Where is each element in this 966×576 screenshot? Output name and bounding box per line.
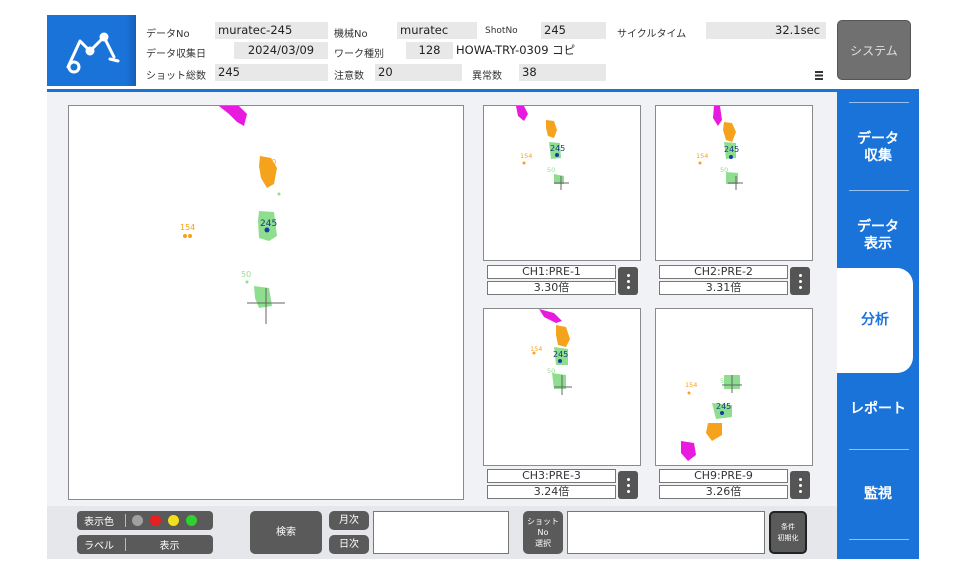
ch1-ratio-label: 3.30倍 (487, 281, 616, 295)
cycle-time-label: サイクルタイム (617, 29, 687, 40)
ch2-channel-label: CH2:PRE-2 (659, 265, 788, 279)
nav-divider (849, 190, 909, 191)
cycle-time-value: 32.1sec (706, 22, 826, 39)
bottom-toolbar: 表示色 ラベル 表示 検索 月次 日次 ショットNo 選択 条件 初期化 (47, 506, 837, 559)
main-scatter-plot[interactable]: 190 154 245 50 (68, 105, 464, 500)
app-logo (47, 15, 136, 86)
ch9-label-245: 245 (716, 402, 731, 411)
display-color-pill: 表示色 (77, 511, 213, 530)
ch3-plot-canvas: 154 245 50 (530, 309, 572, 395)
ch2-label-154: 154 (696, 152, 708, 160)
search-button[interactable]: 検索 (250, 511, 322, 554)
nav-divider (849, 449, 909, 450)
nav-monitor[interactable]: 監視 (837, 464, 919, 524)
ch1-label-245: 245 (550, 144, 565, 153)
app-window: データNo muratec-245 機械No muratec ShotNo 24… (47, 15, 919, 559)
nav-analysis[interactable]: 分析 (837, 268, 913, 373)
ch2-scatter-plot[interactable]: 154 245 50 (655, 105, 813, 261)
shot-total-value: 245 (215, 64, 328, 81)
ch1-channel-label: CH1:PRE-1 (487, 265, 616, 279)
green-cluster-lower (245, 280, 272, 308)
ch3-label-154: 154 (530, 345, 542, 353)
magenta-cluster (219, 106, 247, 126)
label-toggle-label: ラベル (84, 541, 114, 552)
abnormal-label: 異常数 (472, 71, 502, 82)
abnormal-value: 38 (519, 64, 606, 81)
color-dot-gray[interactable] (132, 515, 143, 526)
ch9-ratio-label: 3.26倍 (659, 485, 788, 499)
shot-no-value: 245 (541, 22, 606, 39)
ch2-ratio-label: 3.31倍 (659, 281, 788, 295)
analysis-content: 190 154 245 50 154 245 50 CH1:PRE-1 3.30… (47, 92, 837, 506)
data-no-value: muratec-245 (215, 22, 328, 39)
ch3-label-245: 245 (553, 350, 568, 359)
ch3-ratio-label: 3.24倍 (487, 485, 616, 499)
color-dot-red[interactable] (150, 515, 161, 526)
monthly-button[interactable]: 月次 (329, 511, 369, 530)
nav-report[interactable]: レポート (837, 379, 919, 439)
ch1-label-50: 50 (547, 166, 555, 174)
green-cluster-upper (258, 192, 281, 241)
robot-arm-logo-icon (66, 32, 119, 73)
nav-divider (849, 102, 909, 103)
ch2-label-245: 245 (724, 145, 739, 154)
ch3-scatter-plot[interactable]: 154 245 50 (483, 308, 641, 466)
date-display-box[interactable] (373, 511, 509, 554)
work-name-value: HOWA-TRY-0309 コピ (453, 42, 606, 59)
ch1-kebab-menu-icon[interactable] (618, 267, 638, 295)
label-pill[interactable]: ラベル 表示 (77, 535, 213, 554)
shot-no-label: ShotNo (485, 26, 518, 36)
color-dot-yellow[interactable] (168, 515, 179, 526)
label-toggle-value: 表示 (159, 541, 180, 552)
caution-label: 注意数 (334, 71, 364, 82)
ch9-plot-canvas: 154 50 245 (681, 375, 742, 461)
main-label-50: 50 (241, 270, 251, 279)
machine-no-label: 機械No (334, 29, 368, 40)
ch9-label-50: 50 (720, 377, 728, 385)
caution-value: 20 (375, 64, 462, 81)
nav-data-collect[interactable]: データ 収集 (837, 116, 919, 180)
machine-no-value: muratec (397, 22, 477, 39)
ch1-scatter-plot[interactable]: 154 245 50 (483, 105, 641, 261)
database-icon (815, 71, 823, 80)
reset-conditions-button[interactable]: 条件 初期化 (769, 511, 807, 554)
work-type-value: 128 (406, 42, 453, 59)
ch3-kebab-menu-icon[interactable] (618, 471, 638, 499)
ch9-channel-label: CH9:PRE-9 (659, 469, 788, 483)
nav-divider (849, 539, 909, 540)
color-dot-green[interactable] (186, 515, 197, 526)
nav-data-display[interactable]: データ 表示 (837, 204, 919, 268)
ch1-plot-canvas: 154 245 50 (516, 106, 569, 190)
ch1-label-154: 154 (520, 152, 532, 160)
shot-total-label: ショット総数 (146, 71, 206, 82)
ch2-kebab-menu-icon[interactable] (790, 267, 810, 295)
ch3-label-50: 50 (547, 367, 555, 375)
shot-no-select-button[interactable]: ショットNo 選択 (523, 511, 563, 554)
shot-no-display-box[interactable] (567, 511, 765, 554)
ch9-kebab-menu-icon[interactable] (790, 471, 810, 499)
collect-date-value: 2024/03/09 (234, 42, 328, 59)
main-label-154: 154 (180, 223, 195, 232)
pill-divider (125, 514, 126, 527)
ch3-channel-label: CH3:PRE-3 (487, 469, 616, 483)
side-nav: データ 収集 データ 表示 分析 レポート 監視 (837, 92, 919, 559)
main-label-245: 245 (260, 219, 277, 229)
display-color-label: 表示色 (84, 517, 114, 528)
ch2-plot-canvas: 154 245 50 (696, 106, 743, 190)
main-label-190: 190 (261, 158, 276, 167)
collect-date-label: データ収集日 (146, 49, 206, 60)
system-button[interactable]: システム (837, 20, 911, 80)
daily-button[interactable]: 日次 (329, 535, 369, 554)
data-no-label: データNo (146, 29, 190, 40)
ch9-scatter-plot[interactable]: 154 50 245 (655, 308, 813, 466)
main-plot-canvas: 190 154 245 50 (180, 106, 285, 324)
work-type-label: ワーク種別 (334, 49, 384, 60)
ch2-label-50: 50 (720, 166, 728, 174)
ch9-label-154: 154 (685, 381, 697, 389)
